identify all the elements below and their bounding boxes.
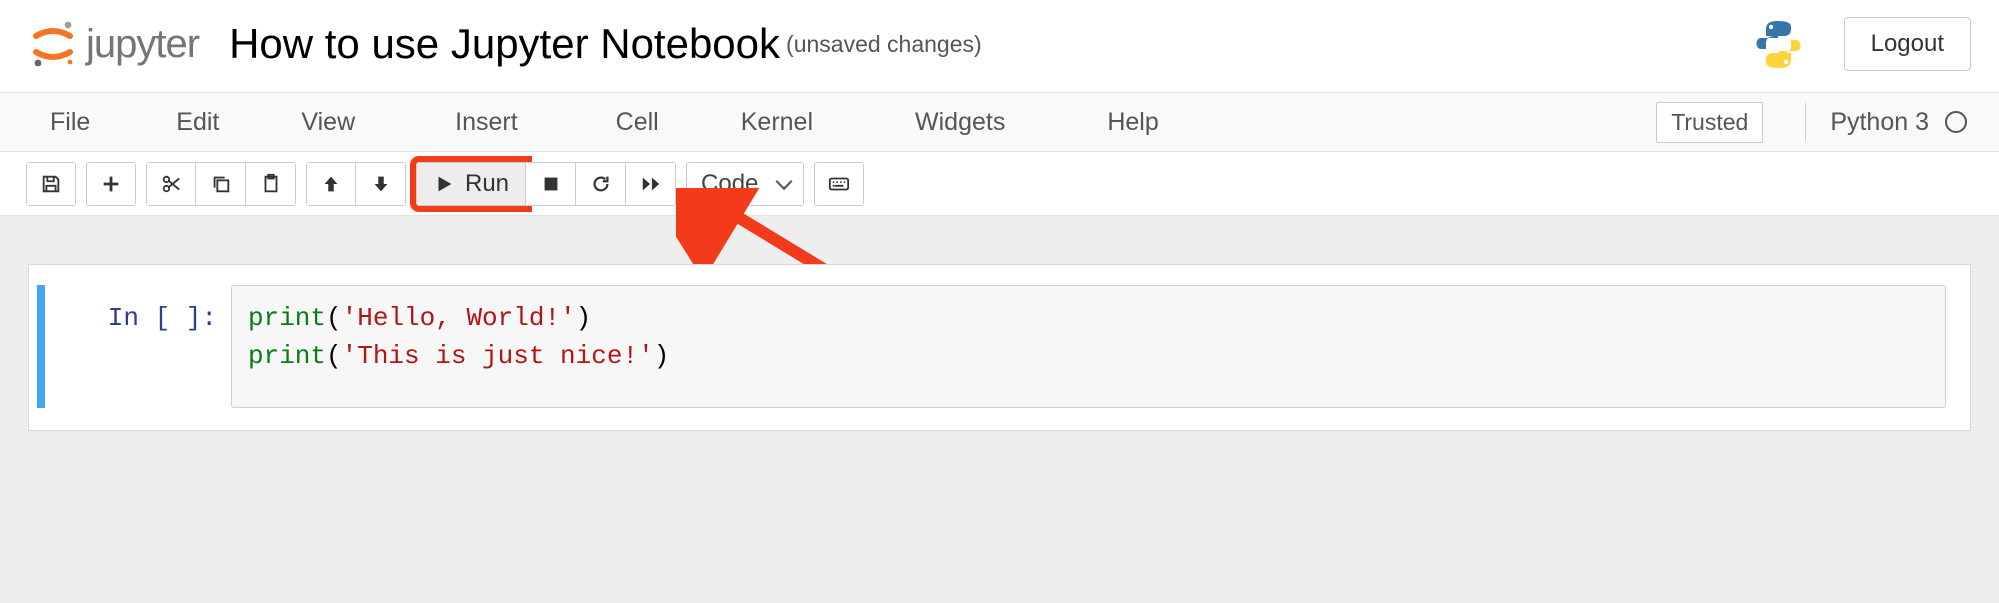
save-button[interactable] [26, 162, 76, 206]
keyboard-icon [828, 173, 850, 195]
menu-view[interactable]: View [291, 104, 365, 141]
restart-icon [590, 173, 612, 195]
code-input[interactable]: print('Hello, World!') print('This is ju… [231, 285, 1946, 408]
kernel-name[interactable]: Python 3 [1830, 108, 1929, 137]
menu-kernel[interactable]: Kernel [731, 104, 823, 141]
toolbar: Run Code [0, 152, 1999, 216]
save-status: (unsaved changes) [786, 31, 982, 58]
copy-button[interactable] [196, 162, 246, 206]
add-cell-button[interactable] [86, 162, 136, 206]
fast-forward-icon [640, 173, 662, 195]
restart-button[interactable] [576, 162, 626, 206]
menu-file[interactable]: File [40, 104, 100, 141]
kernel-idle-icon [1945, 111, 1967, 133]
run-button[interactable]: Run [416, 162, 526, 206]
paste-button[interactable] [246, 162, 296, 206]
code-cell[interactable]: In [ ]: print('Hello, World!') print('Th… [37, 285, 1946, 408]
cut-button[interactable] [146, 162, 196, 206]
move-up-button[interactable] [306, 162, 356, 206]
menu-help[interactable]: Help [1097, 104, 1168, 141]
copy-icon [210, 173, 232, 195]
notebook-area: In [ ]: print('Hello, World!') print('Th… [0, 216, 1999, 603]
play-icon [433, 173, 455, 195]
jupyter-logo-text: jupyter [86, 22, 199, 67]
notebook-title[interactable]: How to use Jupyter Notebook [229, 20, 780, 68]
paste-icon [260, 173, 282, 195]
arrow-down-icon [370, 173, 392, 195]
move-down-button[interactable] [356, 162, 406, 206]
menu-edit[interactable]: Edit [166, 104, 229, 141]
menu-cell[interactable]: Cell [606, 104, 669, 141]
scissors-icon [160, 173, 182, 195]
header-bar: jupyter How to use Jupyter Notebook (uns… [0, 0, 1999, 92]
trusted-indicator[interactable]: Trusted [1656, 102, 1763, 143]
stop-icon [540, 173, 562, 195]
save-icon [40, 173, 62, 195]
menu-widgets[interactable]: Widgets [905, 104, 1015, 141]
interrupt-button[interactable] [526, 162, 576, 206]
cell-prompt: In [ ]: [57, 285, 231, 408]
separator [1805, 103, 1806, 141]
logout-button[interactable]: Logout [1844, 17, 1971, 71]
menu-insert[interactable]: Insert [445, 104, 528, 141]
notebook-page: In [ ]: print('Hello, World!') print('Th… [28, 264, 1971, 431]
cell-type-select[interactable]: Code [686, 162, 804, 206]
python-logo-icon [1751, 17, 1806, 72]
menubar: FileEditViewInsertCellKernelWidgetsHelp … [0, 92, 1999, 152]
run-button-label: Run [465, 170, 509, 198]
command-palette-button[interactable] [814, 162, 864, 206]
restart-run-all-button[interactable] [626, 162, 676, 206]
arrow-up-icon [320, 173, 342, 195]
jupyter-logo-icon [28, 19, 78, 69]
plus-icon [100, 173, 122, 195]
jupyter-logo[interactable]: jupyter [28, 19, 199, 69]
